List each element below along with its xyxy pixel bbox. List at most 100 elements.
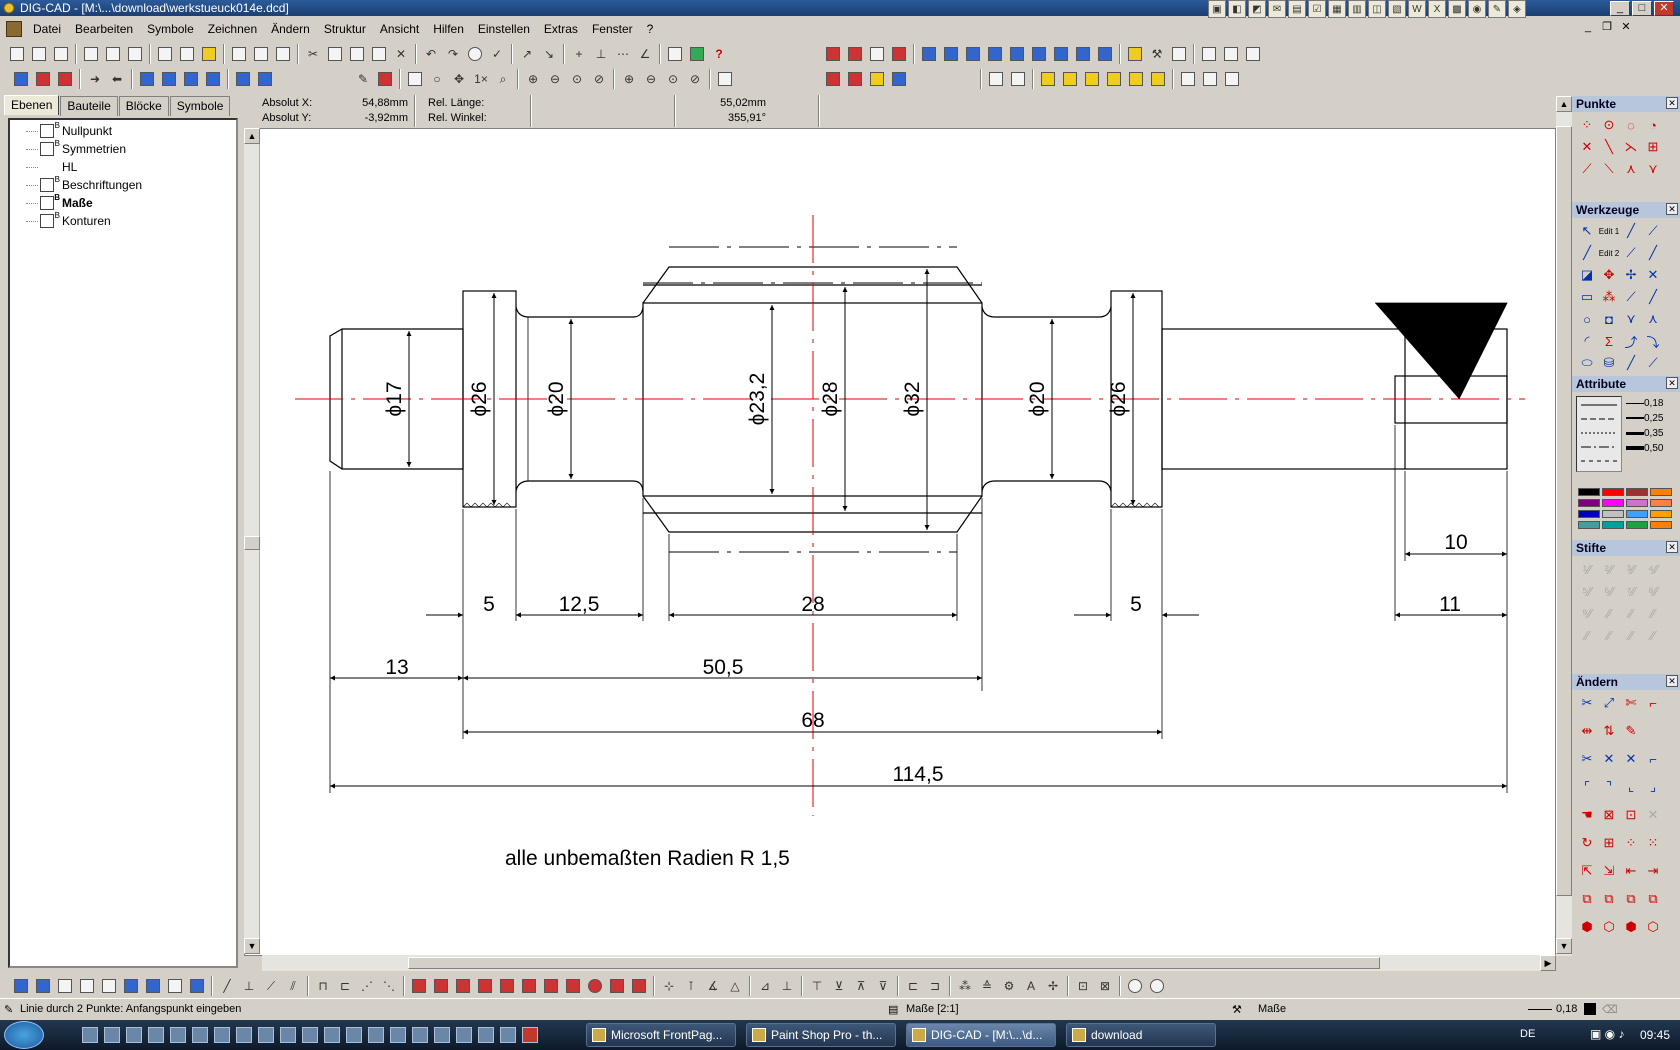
dim-arc-icon[interactable] xyxy=(474,975,496,997)
block-list-icon[interactable] xyxy=(1147,68,1169,90)
tab-symbole[interactable]: Symbole xyxy=(169,96,231,116)
zoom-window-icon[interactable] xyxy=(404,68,426,90)
copy-icon[interactable] xyxy=(324,43,346,65)
block-save-icon[interactable] xyxy=(1103,68,1125,90)
tray-icon[interactable]: ◧ xyxy=(1228,0,1246,18)
dim-angle-icon[interactable] xyxy=(452,975,474,997)
points-icon[interactable]: ⁂ xyxy=(1598,286,1620,308)
palette-color-swatch[interactable] xyxy=(1650,510,1672,518)
quicklaunch-icon[interactable] xyxy=(280,1027,296,1043)
trim2-icon[interactable]: ✕ xyxy=(1598,748,1620,770)
3d-box2-icon[interactable] xyxy=(32,975,54,997)
dim-tol-icon[interactable] xyxy=(540,975,562,997)
open-folder-icon[interactable] xyxy=(50,43,72,65)
slope3-icon[interactable]: ╱ xyxy=(1620,352,1642,374)
sym-3-icon[interactable]: ∡ xyxy=(702,975,724,997)
pen3-icon[interactable]: ³∕∕ xyxy=(1620,558,1642,580)
dim-bracket-icon[interactable] xyxy=(606,975,628,997)
print-icon[interactable] xyxy=(228,43,250,65)
dim-chamfer-icon[interactable] xyxy=(562,975,584,997)
mail-icon[interactable] xyxy=(198,43,220,65)
linetype-selector[interactable] xyxy=(1576,396,1622,472)
grid-icon[interactable]: ⋯ xyxy=(612,43,634,65)
block-load-icon[interactable] xyxy=(1125,68,1147,90)
array2-icon[interactable]: ⁙ xyxy=(1642,832,1664,854)
point-line-icon[interactable]: ╲ xyxy=(1598,136,1620,158)
quicklaunch-icon[interactable] xyxy=(170,1027,186,1043)
save-icon[interactable] xyxy=(80,43,102,65)
zoom-3-icon[interactable]: ⊖ xyxy=(640,68,662,90)
sym-5-icon[interactable]: ⊿ xyxy=(754,975,776,997)
break-icon[interactable]: ✄ xyxy=(1620,692,1642,714)
quicklaunch-icon[interactable] xyxy=(302,1027,318,1043)
paste-special-icon[interactable] xyxy=(368,43,390,65)
linewidth-selector[interactable]: 0,18 0,25 0,35 0,50 xyxy=(1626,396,1676,472)
quicklaunch-icon[interactable] xyxy=(148,1027,164,1043)
zoom-out-icon[interactable]: ⊖ xyxy=(544,68,566,90)
zoom-5-icon[interactable]: ⊘ xyxy=(684,68,706,90)
zoom-prev-icon[interactable]: ⊘ xyxy=(588,68,610,90)
attribute-brush-icon[interactable] xyxy=(844,68,866,90)
trim-tool-icon[interactable] xyxy=(1072,43,1094,65)
cylinder-icon[interactable]: ⛁ xyxy=(1598,352,1620,374)
palette-color-swatch[interactable] xyxy=(1626,488,1648,496)
angle-icon[interactable]: ∠ xyxy=(634,43,656,65)
distribute-icon[interactable] xyxy=(158,68,180,90)
quicklaunch-icon[interactable] xyxy=(456,1027,472,1043)
scroll-thumb[interactable] xyxy=(244,536,260,550)
dim-radius-icon[interactable] xyxy=(408,975,430,997)
select-all-icon[interactable] xyxy=(1177,68,1199,90)
palette-color-swatch[interactable] xyxy=(1650,521,1672,529)
sym-12-icon[interactable]: ⊐ xyxy=(924,975,946,997)
move-right-icon[interactable]: ⇥ xyxy=(1642,860,1664,882)
sym-15-icon[interactable]: ⚙ xyxy=(998,975,1020,997)
back-icon[interactable]: ⬅ xyxy=(106,68,128,90)
array-tool-icon[interactable] xyxy=(1028,43,1050,65)
tray-icon[interactable]: ▥ xyxy=(1348,0,1366,18)
select-cross-icon[interactable] xyxy=(1221,68,1243,90)
point-grid-icon[interactable]: ⊞ xyxy=(1642,136,1664,158)
sym-19-icon[interactable]: ⊠ xyxy=(1094,975,1116,997)
window-tile-icon[interactable] xyxy=(1220,43,1242,65)
point-slope2-icon[interactable]: ⟍ xyxy=(1598,158,1620,180)
menu-fenster[interactable]: Fenster xyxy=(585,22,640,36)
symbol-tool-icon[interactable] xyxy=(888,43,910,65)
line-draw-icon[interactable]: ╱ xyxy=(1576,242,1598,264)
menu-symbole[interactable]: Symbole xyxy=(140,22,201,36)
close-button[interactable]: ✕ xyxy=(1654,1,1674,16)
tools-icon[interactable]: ⚒ xyxy=(1146,43,1168,65)
layer-tool-icon[interactable] xyxy=(822,43,844,65)
menu-aendern[interactable]: Ändern xyxy=(264,22,317,36)
task-frontpage[interactable]: Microsoft FrontPag... xyxy=(586,1023,736,1047)
sym-16-icon[interactable]: A xyxy=(1020,975,1042,997)
line2-icon[interactable]: ⟋ xyxy=(1642,220,1664,242)
3d-box4-icon[interactable] xyxy=(76,975,98,997)
dim-chain-icon[interactable]: ⊓ xyxy=(312,975,334,997)
pen1-icon[interactable]: ¹∕∕ xyxy=(1576,558,1598,580)
polyline2-icon[interactable]: ╱ xyxy=(1642,242,1664,264)
mirror-tool-icon[interactable] xyxy=(918,43,940,65)
sym-20-icon[interactable] xyxy=(1124,975,1146,997)
pen-icon[interactable]: ✎ xyxy=(352,68,374,90)
chamfer4-icon[interactable]: ⌟ xyxy=(1642,776,1664,798)
menu-ansicht[interactable]: Ansicht xyxy=(373,22,426,36)
zoom-2-icon[interactable]: ⊕ xyxy=(618,68,640,90)
fork-icon[interactable]: ⋎ xyxy=(1620,308,1642,330)
scroll-down-icon[interactable]: ▼ xyxy=(244,938,260,954)
chamfer-icon[interactable]: ⌜ xyxy=(1576,776,1598,798)
brush-icon[interactable] xyxy=(374,68,396,90)
zoom-in-icon[interactable]: ⊕ xyxy=(522,68,544,90)
pen12-icon[interactable]: ∕∕ xyxy=(1642,602,1664,624)
tray-icon[interactable]: ▩ xyxy=(1448,0,1466,18)
block-tool-icon[interactable] xyxy=(844,43,866,65)
slope4-icon[interactable]: ⟋ xyxy=(1642,352,1664,374)
point-arc-icon[interactable]: ◔ xyxy=(1642,114,1664,136)
sym-7-icon[interactable]: ⊤ xyxy=(806,975,828,997)
task-download[interactable]: download xyxy=(1066,1023,1216,1047)
help-icon[interactable]: ? xyxy=(708,43,730,65)
offset-tool-icon[interactable] xyxy=(1050,43,1072,65)
text-tool-icon[interactable]: Ʃ xyxy=(1598,330,1620,352)
attribute-table-icon[interactable] xyxy=(866,68,888,90)
point-place-icon[interactable]: ✥ xyxy=(1598,264,1620,286)
dim-dia-icon[interactable] xyxy=(430,975,452,997)
